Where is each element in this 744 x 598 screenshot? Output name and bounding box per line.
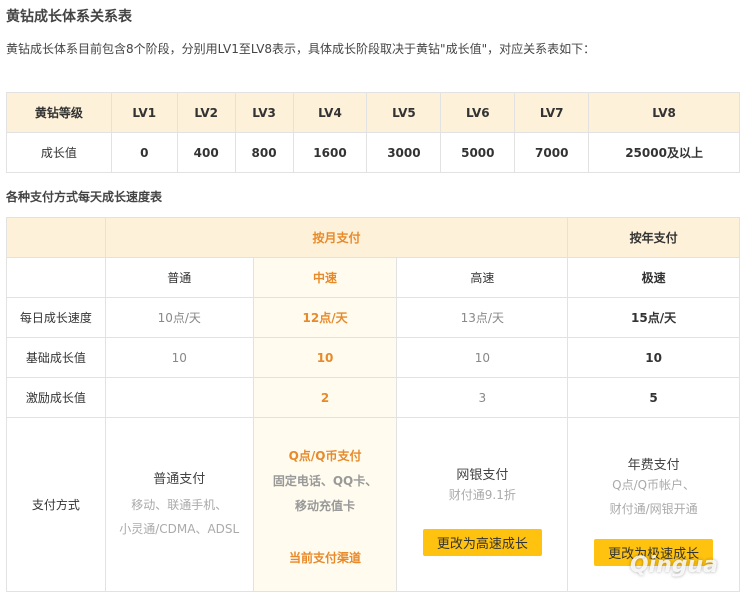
pay-fast-title: 网银支付 [456,467,509,483]
level-cell: LV5 [366,92,442,133]
pay-normal-line: 移动、联通手机、 [131,498,228,512]
growth-value-cell: 400 [176,132,236,173]
watermark-logo: Qingua [629,553,718,578]
col-extreme: 极速 [567,257,740,298]
level-cell: LV2 [176,92,236,133]
pay-normal: 普通支付 移动、联通手机、 小灵通/CDMA、ADSL [104,417,254,592]
level-cell: LV1 [110,92,178,133]
empty-cell [6,257,106,298]
level-cell: LV3 [234,92,294,133]
current-channel-label: 当前支付渠道 [289,550,362,565]
level-cell: LV4 [292,92,368,133]
level-cell: LV8 [588,92,740,133]
pay-medium: Q点/Q币支付 固定电话、QQ卡、 移动充值卡 当前支付渠道 [252,417,398,592]
pay-normal-title: 普通支付 [153,472,206,487]
pay-normal-line: 小灵通/CDMA、ADSL [119,522,240,536]
col-medium: 中速 [252,257,398,298]
level-table: 黄钻等级 LV1 LV2 LV3 LV4 LV5 LV6 LV7 LV8 成长值… [6,92,740,173]
speed-table-title: 各种支付方式每天成长速度表 [6,190,163,204]
cell-fast: 10 [396,337,569,378]
level-cell: LV7 [514,92,590,133]
pay-medium-line: 固定电话、QQ卡、 [272,473,378,488]
cell-medium: 12点/天 [252,297,398,338]
growth-value-cell: 5000 [440,132,516,173]
speed-table: 按月支付 按年支付 普通 中速 高速 极速 每日成长速度 10点/天 12点/天… [6,217,740,592]
group-monthly: 按月支付 [104,217,569,258]
pay-fast: 网银支付 财付通9.1折 更改为高速成长 [396,417,569,592]
pay-extreme-line: Q点/Q币帐户、 [612,477,696,492]
table-row: 激励成长值 2 3 5 [6,377,740,418]
group-yearly: 按年支付 [567,217,740,258]
row-label: 激励成长值 [6,377,106,418]
row-label: 支付方式 [6,417,106,592]
intro-text: 黄钻成长体系目前包含8个阶段，分别用LV1至LV8表示，具体成长阶段取决于黄钻"… [6,42,596,56]
growth-value-cell: 0 [110,132,178,173]
pay-extreme-title: 年费支付 [627,457,680,473]
cell-normal: 10点/天 [104,297,254,338]
cell-extreme: 5 [567,377,740,418]
growth-value-row: 成长值 0 400 800 1600 3000 5000 7000 25000及… [6,132,740,173]
corner-cell [6,217,106,258]
pay-medium-line: Q点/Q币支付 [288,448,362,463]
growth-value-cell: 800 [234,132,294,173]
page-title: 黄钻成长体系关系表 [6,9,132,25]
pay-fast-sub: 财付通9.1折 [448,487,516,502]
table-row: 每日成长速度 10点/天 12点/天 13点/天 15点/天 [6,297,740,338]
level-header-label: 黄钻等级 [6,92,112,133]
pay-extreme-line: 财付通/网银开通 [609,501,698,516]
row-label: 每日成长速度 [6,297,106,338]
group-header-row: 按月支付 按年支付 [6,217,740,258]
col-normal: 普通 [104,257,254,298]
growth-value-cell: 7000 [514,132,590,173]
table-row: 基础成长值 10 10 10 10 [6,337,740,378]
cell-fast: 13点/天 [396,297,569,338]
speed-column-row: 普通 中速 高速 极速 [6,257,740,298]
level-header-row: 黄钻等级 LV1 LV2 LV3 LV4 LV5 LV6 LV7 LV8 [6,92,740,133]
growth-value-cell: 1600 [292,132,368,173]
pay-medium-line: 移动充值卡 [295,498,356,513]
growth-value-label: 成长值 [6,132,112,173]
cell-extreme: 15点/天 [567,297,740,338]
growth-value-cell: 25000及以上 [588,132,740,173]
cell-fast: 3 [396,377,569,418]
cell-extreme: 10 [567,337,740,378]
upgrade-fast-button[interactable]: 更改为高速成长 [422,528,542,556]
cell-medium: 10 [252,337,398,378]
row-label: 基础成长值 [6,337,106,378]
cell-normal [104,377,254,418]
col-fast: 高速 [396,257,569,298]
level-cell: LV6 [440,92,516,133]
cell-normal: 10 [104,337,254,378]
cell-medium: 2 [252,377,398,418]
growth-value-cell: 3000 [366,132,442,173]
